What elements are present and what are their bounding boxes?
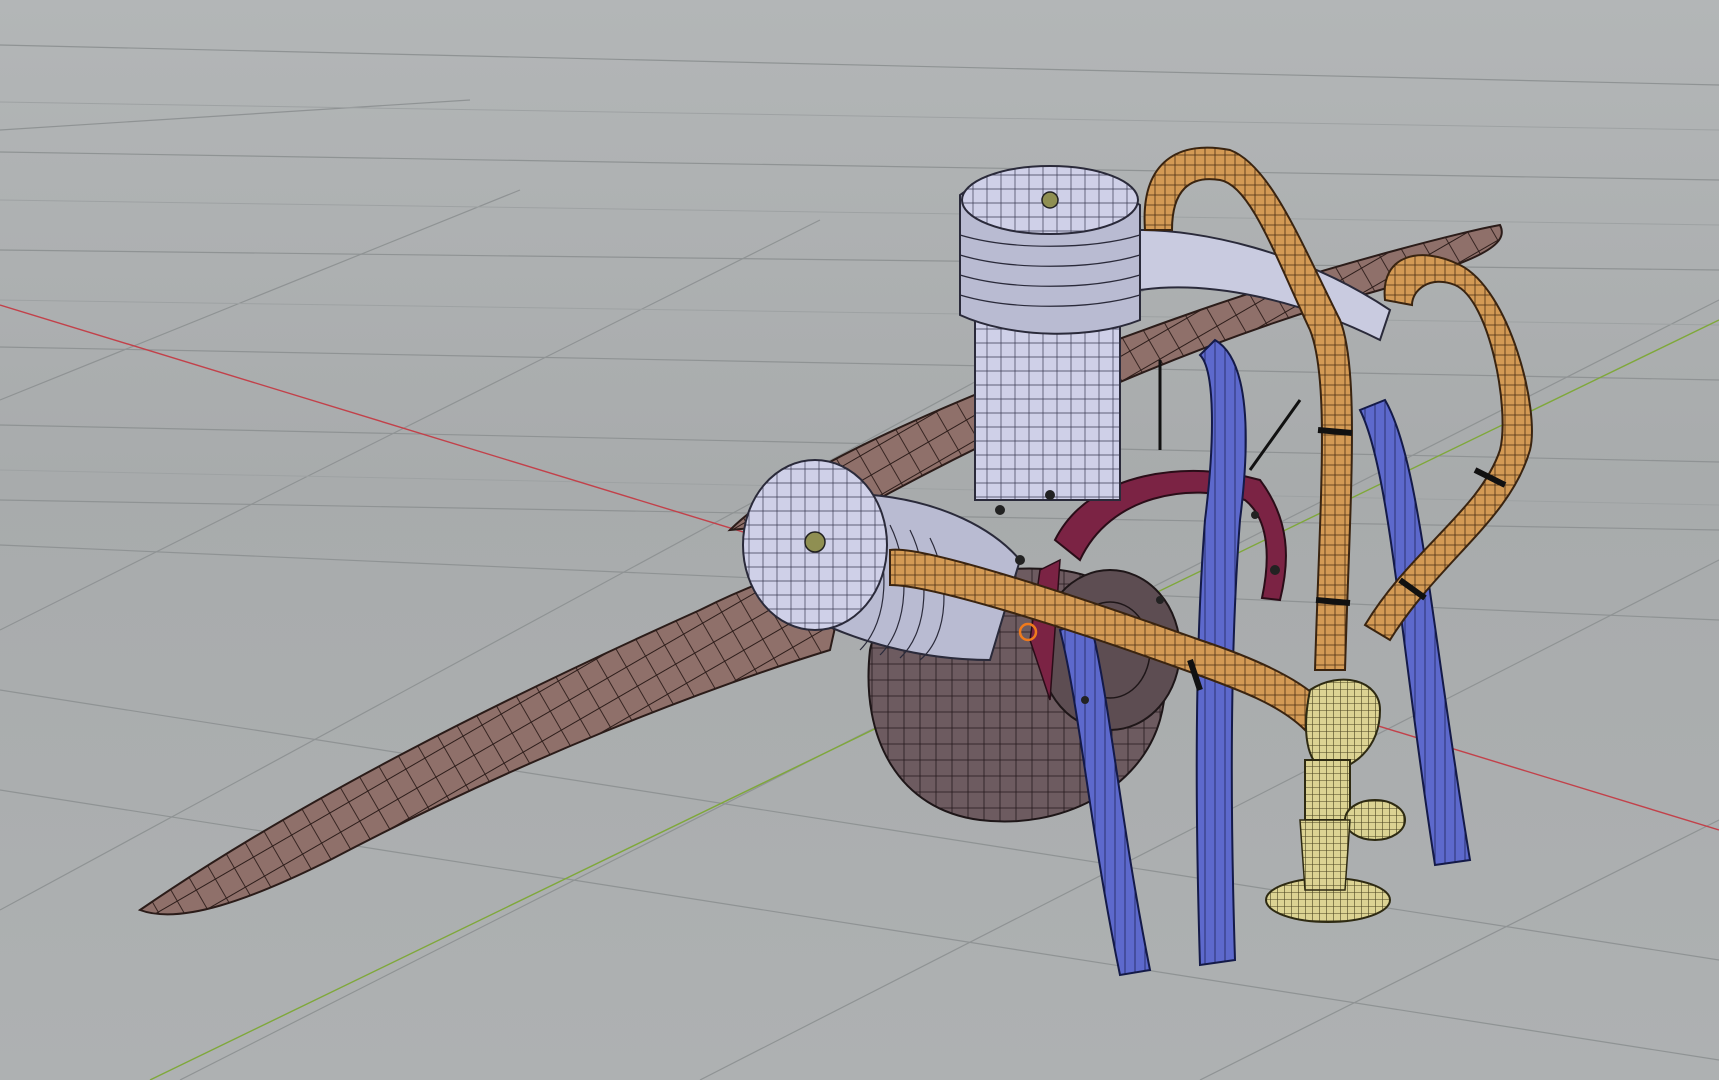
- 3d-viewport[interactable]: [0, 0, 1719, 1080]
- upper-cylinder[interactable]: [959, 165, 1141, 501]
- viewport-scene[interactable]: [0, 0, 1719, 1080]
